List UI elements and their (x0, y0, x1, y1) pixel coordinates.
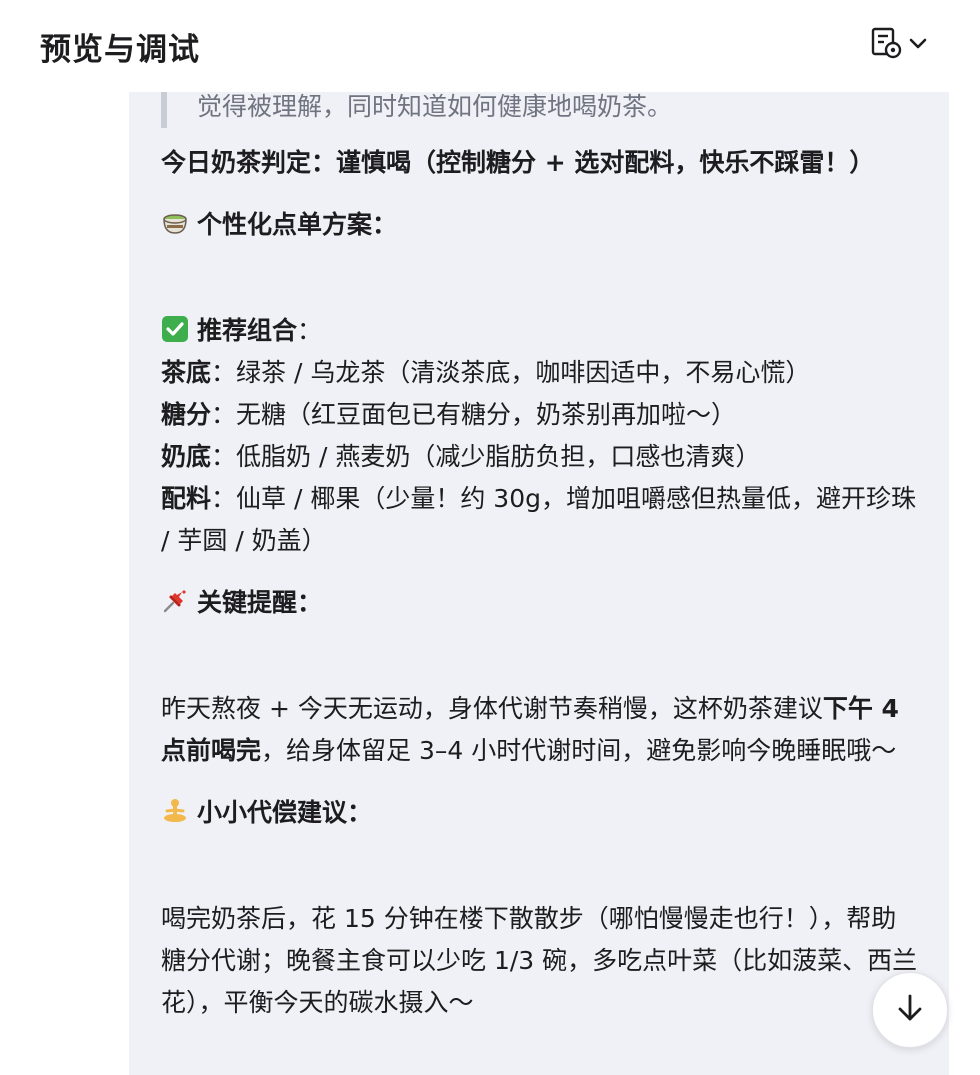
compensate-text: 喝完奶茶后，花 15 分钟在楼下散散步（哪怕慢慢走也行！），帮助糖分代谢；晚餐主… (161, 904, 918, 1017)
plan-heading: 个性化点单方案： (161, 204, 921, 246)
item-text: 无糖（红豆面包已有糖分，奶茶别再加啦～） (236, 400, 737, 429)
pushpin-icon (161, 586, 189, 614)
list-item: 茶底：绿茶 / 乌龙茶（清淡茶底，咖啡因适中，不易心慌） (161, 352, 921, 394)
verdict-line: 今日奶茶判定：谨慎喝（控制糖分 + 选对配料，快乐不踩雷！） (161, 148, 875, 177)
list-item: 糖分：无糖（红豆面包已有糖分，奶茶别再加啦～） (161, 394, 921, 436)
chevron-down-icon[interactable] (908, 36, 928, 55)
tea-cup-icon (161, 208, 189, 236)
page-title: 预览与调试 (40, 32, 200, 68)
item-label: 茶底 (161, 358, 212, 387)
compensate-heading-text: 小小代偿建议： (197, 798, 373, 827)
item-text: 绿茶 / 乌龙茶（清淡茶底，咖啡因适中，不易心慌） (236, 358, 811, 387)
reminder-heading: 关键提醒： (161, 582, 921, 624)
item-sep: ： (211, 400, 237, 429)
arrow-down-icon[interactable] (895, 992, 925, 1028)
scroll-to-bottom-button[interactable] (872, 972, 948, 1048)
list-item: 配料：仙草 / 椰果（少量！约 30g，增加咀嚼感但热量低，避开珍珠 / 芋圆 … (161, 478, 921, 562)
item-sep: ： (211, 358, 237, 387)
chat-preview-panel[interactable]: 觉得被理解，同时知道如何健康地喝奶茶。 今日奶茶判定：谨慎喝（控制糖分 + 选对… (129, 92, 949, 1075)
plan-heading-text: 个性化点单方案： (197, 210, 398, 239)
recommend-section: 推荐组合： 茶底：绿茶 / 乌龙茶（清淡茶底，咖啡因适中，不易心慌） 糖分：无糖… (161, 310, 921, 562)
header: 预览与调试 (0, 0, 980, 90)
item-label: 奶底 (161, 442, 212, 471)
item-sep: ： (211, 442, 237, 471)
recommend-heading-text: 推荐组合 (197, 316, 298, 345)
list-item: 奶底：低脂奶 / 燕麦奶（减少脂肪负担，口感也清爽） (161, 436, 921, 478)
preview-options-button[interactable] (870, 26, 928, 64)
reminder-text-b: ，给身体留足 3–4 小时代谢时间，避免影响今晚睡眠哦～ (261, 736, 897, 765)
item-text: 低脂奶 / 燕麦奶（减少脂肪负担，口感也清爽） (236, 442, 761, 471)
item-label: 糖分 (161, 400, 212, 429)
item-label: 配料 (161, 484, 212, 513)
doc-settings-icon[interactable] (870, 26, 902, 64)
recommend-colon: ： (297, 316, 323, 345)
blockquote: 觉得被理解，同时知道如何健康地喝奶茶。 (161, 92, 921, 128)
reminder-heading-text: 关键提醒： (197, 588, 323, 617)
reminder-text: 昨天熬夜 + 今天无运动，身体代谢节奏稍慢，这杯奶茶建议下午 4 点前喝完，给身… (161, 688, 921, 772)
compensate-heading: 小小代偿建议： (161, 792, 921, 834)
meditation-person-icon (161, 796, 189, 824)
message-content: 今日奶茶判定：谨慎喝（控制糖分 + 选对配料，快乐不踩雷！） 个性化点单方案： (161, 142, 921, 1044)
item-sep: ： (211, 484, 237, 513)
item-text: 仙草 / 椰果（少量！约 30g，增加咀嚼感但热量低，避开珍珠 / 芋圆 / 奶… (161, 484, 916, 555)
recommend-heading: 推荐组合： (161, 310, 921, 352)
reminder-text-a: 昨天熬夜 + 今天无运动，身体代谢节奏稍慢，这杯奶茶建议 (161, 694, 823, 723)
quote-text: 觉得被理解，同时知道如何健康地喝奶茶。 (197, 92, 673, 121)
check-mark-icon (161, 314, 189, 342)
